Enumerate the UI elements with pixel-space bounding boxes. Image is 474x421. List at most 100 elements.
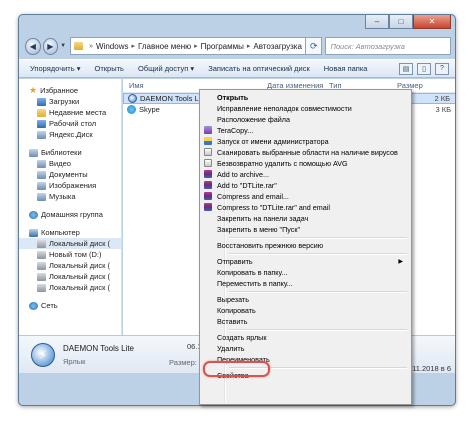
menu-item-run-as-admin[interactable]: Запуск от имени администратора — [202, 136, 409, 147]
refresh-icon[interactable]: ⟳ — [306, 37, 323, 55]
window-controls: – □ ✕ — [365, 15, 451, 29]
sidebar-computer[interactable]: Компьютер — [19, 227, 121, 238]
avg-shredder-icon — [204, 159, 212, 167]
sidebar-item-label: Домашняя группа — [41, 210, 103, 219]
chevron-right-icon: ▸ — [194, 43, 198, 50]
sidebar-item-label: Музыка — [49, 192, 76, 201]
menu-item-open[interactable]: Открыть — [202, 92, 409, 103]
sidebar-item-downloads[interactable]: Загрузки — [19, 96, 121, 107]
search-input[interactable]: Поиск: Автозагрузка — [325, 37, 451, 55]
menu-item-label: Исправление неполадок совместимости — [217, 104, 352, 113]
back-arrow-icon[interactable]: ◀ — [25, 37, 41, 55]
sidebar-item-disk-5[interactable]: Локальный диск ( — [19, 282, 121, 293]
file-name: DAEMON Tools Lite — [140, 94, 207, 103]
sidebar-network[interactable]: Сеть — [19, 300, 121, 311]
chevron-right-icon: ▸ — [246, 43, 251, 50]
menu-item-label: Расположение файла — [217, 115, 290, 124]
menu-item-add-to-archive[interactable]: Add to archive... — [202, 169, 409, 180]
skype-icon — [127, 105, 136, 114]
sidebar-item-yandex-disk[interactable]: Яндекс.Диск — [19, 129, 121, 140]
sidebar-libraries[interactable]: Библиотеки — [19, 147, 121, 158]
menu-item-avg-shred[interactable]: Безвозвратно удалить с помощью AVG — [202, 158, 409, 169]
breadcrumb-startup[interactable]: Автозагрузка — [253, 42, 302, 51]
sidebar-item-video[interactable]: Видео — [19, 158, 121, 169]
close-button[interactable]: ✕ — [413, 15, 451, 29]
menu-item-pin-start[interactable]: Закрепить в меню "Пуск" — [202, 224, 409, 235]
menu-item-label: Восстановить прежнюю версию — [217, 241, 324, 250]
file-size: 2 КБ — [434, 94, 450, 103]
recent-places-icon — [37, 108, 46, 117]
menu-item-label: Создать ярлык — [217, 333, 267, 342]
menu-item-label: Compress to "DTLite.rar" and email — [217, 203, 330, 212]
details-size: Размер: 1 — [169, 358, 204, 367]
sidebar-item-label: Новый том (D:) — [49, 250, 102, 259]
breadcrumb-main-menu[interactable]: Главное меню — [138, 42, 191, 51]
chevron-right-icon: » — [89, 42, 94, 50]
computer-icon — [29, 228, 38, 237]
menu-item-copy-to-folder[interactable]: Копировать в папку... — [202, 267, 409, 278]
daemon-tools-icon — [128, 94, 137, 103]
address-bar[interactable]: » Windows ▸ Главное меню ▸ Программы ▸ А… — [70, 37, 307, 55]
menu-item-copy[interactable]: Копировать — [202, 305, 409, 316]
share-button[interactable]: Общий доступ ▾ — [131, 64, 201, 73]
sidebar-item-recent[interactable]: Недавние места — [19, 107, 121, 118]
menu-item-compress-email[interactable]: Compress and email... — [202, 191, 409, 202]
sidebar-item-disk-4[interactable]: Локальный диск ( — [19, 271, 121, 282]
sidebar-item-music[interactable]: Музыка — [19, 191, 121, 202]
sidebar-item-documents[interactable]: Документы — [19, 169, 121, 180]
menu-item-restore-version[interactable]: Восстановить прежнюю версию — [202, 240, 409, 251]
forward-arrow-icon[interactable]: ▶ — [42, 37, 59, 55]
sidebar-item-label: Яндекс.Диск — [49, 130, 93, 139]
menu-item-cut[interactable]: Вырезать — [202, 294, 409, 305]
sidebar-item-desktop[interactable]: Рабочий стол — [19, 118, 121, 129]
music-library-icon — [37, 192, 46, 201]
sidebar-homegroup[interactable]: Домашняя группа — [19, 209, 121, 220]
menu-item-compress-rar-email[interactable]: Compress to "DTLite.rar" and email — [202, 202, 409, 213]
sidebar-item-label: Локальный диск ( — [49, 283, 110, 292]
details-type: Ярлык — [63, 356, 86, 366]
daemon-tools-large-icon: ⚡ — [31, 342, 55, 367]
sidebar-item-disk-d[interactable]: Новый том (D:) — [19, 249, 121, 260]
menu-item-label: Удалить — [217, 344, 245, 353]
sidebar-item-disk-3[interactable]: Локальный диск ( — [19, 260, 121, 271]
minimize-button[interactable]: – — [365, 15, 389, 29]
breadcrumb-programs[interactable]: Программы — [201, 42, 244, 51]
sidebar-item-label: Избранное — [40, 86, 79, 95]
breadcrumb-windows[interactable]: Windows — [96, 42, 128, 51]
view-options-icon[interactable]: ▤ — [399, 62, 413, 75]
preview-pane-icon[interactable]: ▯ — [417, 62, 431, 75]
menu-item-troubleshoot-compatibility[interactable]: Исправление неполадок совместимости — [202, 103, 409, 114]
sidebar-item-label: Изображения — [49, 181, 97, 190]
sidebar-item-label: Недавние места — [49, 108, 107, 117]
menu-item-create-shortcut[interactable]: Создать ярлык — [202, 332, 409, 343]
open-button[interactable]: Открыть — [87, 64, 130, 73]
menu-item-teracopy[interactable]: TeraCopy... — [202, 125, 409, 136]
menu-item-move-to-folder[interactable]: Переместить в папку... — [202, 278, 409, 289]
sidebar-item-label: Рабочий стол — [49, 119, 97, 128]
menu-item-add-to-rar[interactable]: Add to "DTLite.rar" — [202, 180, 409, 191]
menu-item-pin-taskbar[interactable]: Закрепить на панели задач — [202, 213, 409, 224]
menu-item-delete[interactable]: Удалить — [202, 343, 409, 354]
menu-item-label: Add to archive... — [217, 170, 269, 179]
winrar-icon — [204, 192, 212, 200]
avg-scan-icon — [204, 148, 212, 156]
winrar-icon — [204, 170, 212, 178]
menu-item-send-to[interactable]: Отправить ▶ — [202, 256, 409, 267]
maximize-button[interactable]: □ — [389, 15, 413, 29]
burn-button[interactable]: Записать на оптический диск — [201, 64, 317, 73]
menu-item-file-location[interactable]: Расположение файла — [202, 114, 409, 125]
sidebar-item-label: Сеть — [41, 301, 58, 310]
menu-item-label: Вставить — [217, 317, 248, 326]
new-folder-button[interactable]: Новая папка — [317, 64, 375, 73]
menu-item-label: Вырезать — [217, 295, 249, 304]
menu-item-paste[interactable]: Вставить — [202, 316, 409, 327]
delete-highlight-ring — [203, 361, 270, 377]
organize-button[interactable]: Упорядочить ▾ — [23, 64, 87, 73]
details-title: DAEMON Tools Lite — [63, 343, 134, 353]
sidebar-item-pictures[interactable]: Изображения — [19, 180, 121, 191]
menu-item-scan-viruses[interactable]: Сканировать выбранные области на наличие… — [202, 147, 409, 158]
sidebar-favorites[interactable]: ★ Избранное — [19, 85, 121, 96]
help-icon[interactable]: ? — [435, 62, 449, 75]
history-dropdown-icon[interactable]: ▼ — [60, 43, 66, 49]
sidebar-item-disk-c[interactable]: Локальный диск ( — [19, 238, 121, 249]
